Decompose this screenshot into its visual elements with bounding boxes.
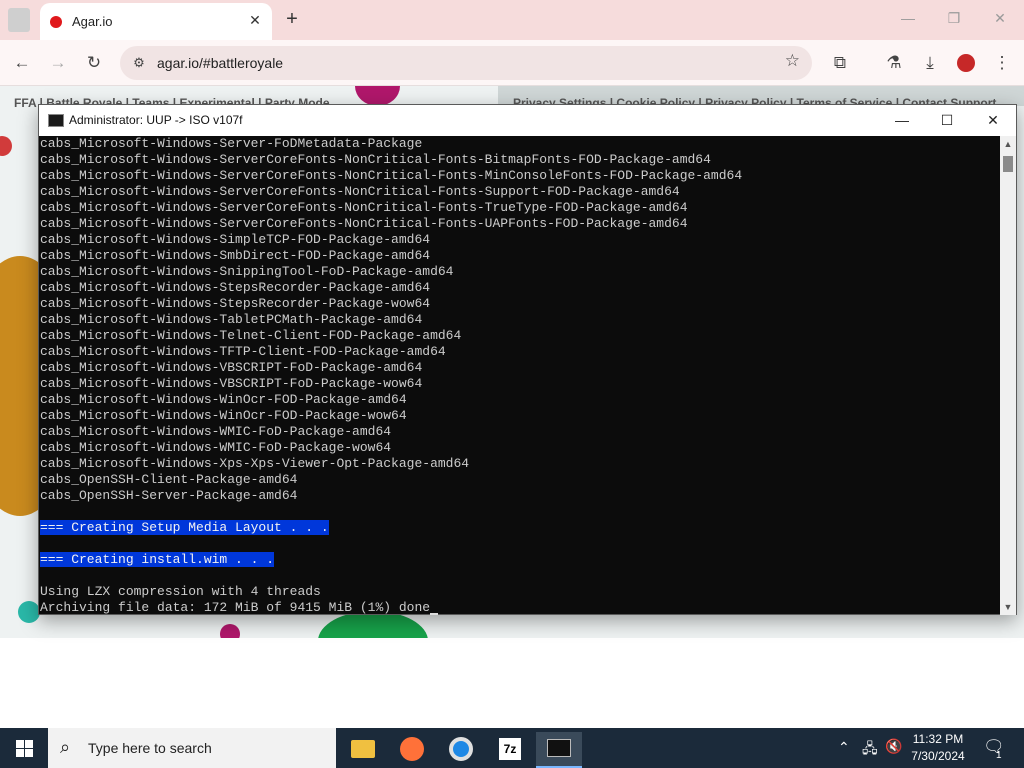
browser-close-button[interactable]: ✕	[990, 10, 1010, 27]
console-maximize-button[interactable]: ☐	[932, 110, 962, 130]
notification-count-badge: 1	[996, 750, 1002, 761]
console-titlebar[interactable]: Administrator: UUP -> ISO v107f — ☐ ✕	[39, 105, 1016, 136]
game-cell	[0, 136, 12, 156]
extensions-icon[interactable]: ⧉	[829, 52, 851, 74]
text-cursor	[430, 613, 439, 615]
console-section-line: === Creating Setup Media Layout . . .	[40, 520, 999, 536]
scroll-down-arrow-icon[interactable]: ▼	[1000, 599, 1016, 615]
download-icon[interactable]: ⤓	[919, 52, 941, 74]
site-info-icon[interactable]: ⚙	[128, 52, 150, 74]
agario-favicon-icon	[50, 16, 62, 28]
windows-taskbar: ⌕ Type here to search 7z ⌃ 🖧 🔇 11:32 PM …	[0, 728, 1024, 768]
start-button[interactable]	[0, 728, 48, 768]
clock-time: 11:32 PM	[912, 732, 964, 746]
console-line: cabs_Microsoft-Windows-TFTP-Client-FOD-P…	[40, 344, 446, 359]
console-section-line: === Creating install.wim . . .	[40, 552, 999, 568]
console-line: cabs_Microsoft-Windows-Telnet-Client-FOD…	[40, 328, 462, 343]
taskbar-clock[interactable]: 11:32 PM 7/30/2024	[905, 731, 971, 765]
console-close-button[interactable]: ✕	[978, 110, 1008, 130]
console-line: cabs_Microsoft-Windows-Server-FoDMetadat…	[40, 136, 423, 151]
address-url[interactable]: agar.io/#battleroyale	[157, 55, 283, 71]
console-line: cabs_Microsoft-Windows-ServerCoreFonts-N…	[40, 184, 680, 199]
console-line: cabs_Microsoft-Windows-WMIC-FoD-Package-…	[40, 424, 392, 439]
console-scrollbar[interactable]: ▲ ▼	[1000, 136, 1016, 615]
labs-flask-icon[interactable]: ⚗	[883, 52, 905, 74]
new-tab-button[interactable]: +	[281, 9, 303, 31]
console-line: cabs_Microsoft-Windows-WinOcr-FOD-Packag…	[40, 408, 407, 423]
7zip-icon[interactable]: 7z	[487, 732, 533, 768]
chrome-icon[interactable]	[438, 732, 484, 768]
scroll-thumb[interactable]	[1003, 156, 1013, 172]
reload-icon[interactable]: ↻	[83, 52, 105, 74]
console-line: cabs_Microsoft-Windows-ServerCoreFonts-N…	[40, 216, 688, 231]
console-line: cabs_Microsoft-Windows-SnippingTool-FoD-…	[40, 264, 454, 279]
search-icon: ⌕	[60, 737, 71, 757]
profile-avatar-icon[interactable]	[957, 54, 975, 72]
cmd-icon	[48, 114, 64, 127]
console-line: cabs_Microsoft-Windows-VBSCRIPT-FoD-Pack…	[40, 376, 423, 391]
bookmark-star-icon[interactable]: ☆	[785, 51, 800, 71]
browser-minimize-button[interactable]: —	[898, 10, 918, 26]
console-title: Administrator: UUP -> ISO v107f	[69, 113, 243, 127]
console-line: cabs_Microsoft-Windows-WinOcr-FOD-Packag…	[40, 392, 407, 407]
console-line: cabs_Microsoft-Windows-WMIC-FoD-Package-…	[40, 440, 392, 455]
console-lines: cabs_Microsoft-Windows-Server-FoDMetadat…	[40, 136, 999, 504]
game-cell	[220, 624, 240, 638]
taskbar-search-box[interactable]: ⌕ Type here to search	[48, 728, 336, 768]
console-line: cabs_Microsoft-Windows-StepsRecorder-Pac…	[40, 296, 431, 311]
address-bar[interactable]: ⚙ agar.io/#battleroyale ☆	[120, 46, 812, 80]
browser-toolbar: ← → ↻ ⚙ agar.io/#battleroyale ☆ ⧉ ⚗ ⤓ ⋮	[0, 40, 1024, 86]
game-cell	[355, 86, 400, 106]
console-line: cabs_Microsoft-Windows-ServerCoreFonts-N…	[40, 200, 688, 215]
search-placeholder[interactable]: Type here to search	[88, 740, 212, 756]
console-line: cabs_Microsoft-Windows-SimpleTCP-FOD-Pac…	[40, 232, 431, 247]
tab-title: Agar.io	[72, 14, 113, 29]
compression-line: Using LZX compression with 4 threads	[40, 584, 321, 599]
console-line: cabs_Microsoft-Windows-TabletPCMath-Pack…	[40, 312, 423, 327]
clock-date: 7/30/2024	[911, 749, 965, 763]
browser-tabstrip: Agar.io ✕ + — ❐ ✕	[0, 0, 1024, 40]
tab-close-icon[interactable]: ✕	[246, 11, 264, 29]
forward-arrow-icon[interactable]: →	[47, 52, 69, 74]
mouse-cursor-icon	[8, 8, 30, 32]
menu-kebab-icon[interactable]: ⋮	[991, 52, 1013, 74]
progress-line-row: Archiving file data: 172 MiB of 9415 MiB…	[40, 600, 999, 615]
file-explorer-icon[interactable]	[340, 732, 386, 768]
console-line: cabs_OpenSSH-Server-Package-amd64	[40, 488, 298, 503]
console-line: cabs_Microsoft-Windows-ServerCoreFonts-N…	[40, 152, 711, 167]
network-icon[interactable]: 🖧	[862, 738, 878, 768]
back-arrow-icon[interactable]: ←	[11, 52, 33, 74]
game-cell	[318, 611, 428, 638]
console-line: cabs_Microsoft-Windows-SmbDirect-FOD-Pac…	[40, 248, 431, 263]
scroll-up-arrow-icon[interactable]: ▲	[1000, 136, 1016, 152]
progress-line: Archiving file data: 172 MiB of 9415 MiB…	[40, 600, 431, 615]
setup-media-heading: === Creating Setup Media Layout . . .	[40, 520, 329, 535]
browser-restore-button[interactable]: ❐	[944, 10, 964, 27]
tab-agario[interactable]: Agar.io ✕	[40, 3, 272, 40]
terminal-icon[interactable]	[536, 732, 582, 768]
console-line: cabs_Microsoft-Windows-StepsRecorder-Pac…	[40, 280, 431, 295]
volume-muted-icon[interactable]: 🔇	[885, 738, 902, 768]
console-line: cabs_Microsoft-Windows-Xps-Xps-Viewer-Op…	[40, 456, 470, 471]
show-hidden-icons-chevron-icon[interactable]: ⌃	[838, 739, 850, 768]
console-line: cabs_Microsoft-Windows-ServerCoreFonts-N…	[40, 168, 743, 183]
console-output[interactable]: cabs_Microsoft-Windows-Server-FoDMetadat…	[39, 136, 999, 615]
console-line: cabs_Microsoft-Windows-VBSCRIPT-FoD-Pack…	[40, 360, 423, 375]
game-cell	[18, 601, 40, 623]
firefox-icon[interactable]	[389, 732, 435, 768]
console-line: cabs_OpenSSH-Client-Package-amd64	[40, 472, 298, 487]
console-window[interactable]: Administrator: UUP -> ISO v107f — ☐ ✕ ca…	[38, 104, 1017, 615]
console-minimize-button[interactable]: —	[887, 110, 917, 130]
install-wim-heading: === Creating install.wim . . .	[40, 552, 275, 567]
